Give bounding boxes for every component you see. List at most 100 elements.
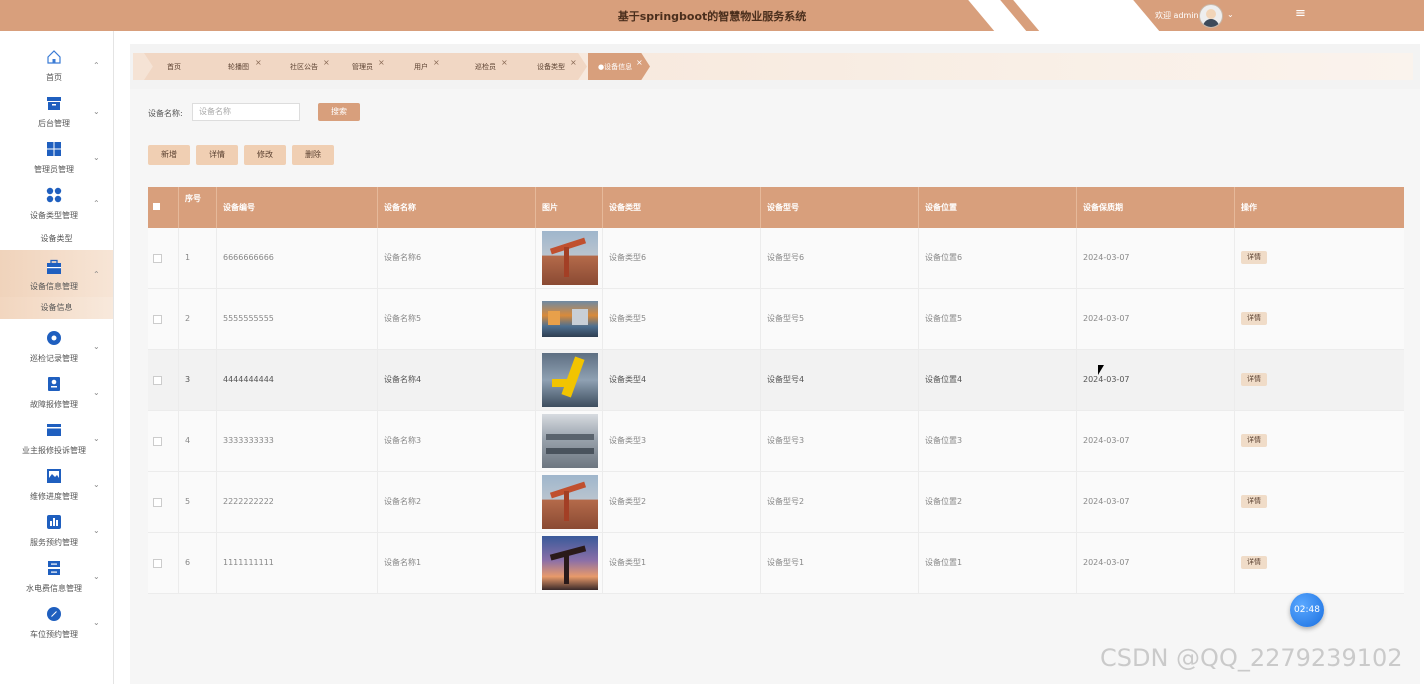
row-detail-button[interactable]: 详情 (1241, 251, 1267, 264)
row-detail-button[interactable]: 详情 (1241, 495, 1267, 508)
sidebar-item-label: 巡检记录管理 (30, 354, 78, 363)
sidebar-item-home[interactable]: 首页 ⌃ (0, 43, 113, 83)
sidebar-item-utility-fees[interactable]: 水电费信息管理 ⌄ (0, 554, 113, 594)
sidebar-item-parking-booking[interactable]: 车位预约管理 ⌄ (0, 600, 113, 640)
search-button[interactable]: 搜索 (318, 103, 360, 121)
table-row[interactable]: 4 3333333333 设备名称3 设备类型3 设备型号3 设备位置3 202… (148, 411, 1404, 472)
sidebar-item-fault-report[interactable]: 故障报修管理 ⌄ (0, 370, 113, 410)
cell-name: 设备名称1 (378, 533, 536, 593)
chevron-down-icon: ⌄ (93, 434, 100, 443)
timer-badge[interactable]: 02:48 (1290, 593, 1324, 627)
sidebar-item-admin[interactable]: 管理员管理 ⌄ (0, 135, 113, 175)
cell-location: 设备位置2 (919, 472, 1077, 532)
cell-code: 4444444444 (217, 350, 378, 410)
sidebar-subitem-device-type[interactable]: 设备类型 (0, 228, 113, 250)
row-detail-button[interactable]: 详情 (1241, 556, 1267, 569)
cell-index: 6 (179, 533, 217, 593)
search-input[interactable]: 设备名称 (192, 103, 300, 121)
table-row[interactable]: 6 1111111111 设备名称1 设备类型1 设备型号1 设备位置1 202… (148, 533, 1404, 594)
tab-device-type[interactable]: 设备类型 × (513, 53, 587, 80)
cell-name: 设备名称2 (378, 472, 536, 532)
select-all-header (148, 187, 179, 228)
row-checkbox[interactable] (153, 315, 162, 324)
edit-button[interactable]: 修改 (244, 145, 286, 165)
sidebar-item-repair-progress[interactable]: 维修进度管理 ⌄ (0, 462, 113, 502)
row-checkbox[interactable] (153, 498, 162, 507)
watermark: CSDN @QQ_2279239102 (1100, 644, 1403, 672)
sidebar-item-label: 业主报修投诉管理 (22, 446, 86, 455)
device-thumbnail (542, 301, 598, 337)
table-row[interactable]: 1 6666666666 设备名称6 设备类型6 设备型号6 设备位置6 202… (148, 228, 1404, 289)
select-all-checkbox[interactable] (153, 203, 160, 210)
row-checkbox[interactable] (153, 254, 162, 263)
sidebar-item-device-type[interactable]: 设备类型管理 ⌃ (0, 181, 113, 221)
cell-name: 设备名称6 (378, 228, 536, 288)
chevron-up-icon: ⌃ (93, 61, 100, 70)
add-button[interactable]: 新增 (148, 145, 190, 165)
cell-type: 设备类型2 (603, 472, 761, 532)
main-content: 首页 轮播图 × 社区公告 × 管理员 × 用户 × 巡检员 × 设备类型 × … (130, 44, 1420, 684)
sidebar-subitem-device-info[interactable]: 设备信息 (0, 297, 113, 319)
cell-date: 2024-03-07 (1077, 350, 1235, 410)
cell-name: 设备名称5 (378, 289, 536, 349)
delete-button[interactable]: 删除 (292, 145, 334, 165)
cell-index: 1 (179, 228, 217, 288)
row-checkbox[interactable] (153, 437, 162, 446)
device-thumbnail (542, 475, 598, 529)
col-header: 设备保质期 (1077, 187, 1235, 228)
tab-device-info[interactable]: ●设备信息 × (588, 53, 650, 80)
table-row[interactable]: 5 2222222222 设备名称2 设备类型2 设备型号2 设备位置2 202… (148, 472, 1404, 533)
cell-image (536, 350, 603, 410)
table-row[interactable]: 2 5555555555 设备名称5 设备类型5 设备型号5 设备位置5 202… (148, 289, 1404, 350)
chevron-down-icon: ⌄ (93, 480, 100, 489)
chevron-down-icon: ⌄ (93, 618, 100, 627)
close-icon[interactable]: × (255, 58, 262, 67)
cell-index: 3 (179, 350, 217, 410)
cell-location: 设备位置5 (919, 289, 1077, 349)
badge-icon (48, 377, 60, 391)
col-header: 操作 (1241, 203, 1257, 212)
close-icon[interactable]: × (501, 58, 508, 67)
cell-image (536, 411, 603, 471)
close-icon[interactable]: × (378, 58, 385, 67)
row-detail-button[interactable]: 详情 (1241, 373, 1267, 386)
home-icon (47, 50, 61, 64)
cell-index: 4 (179, 411, 217, 471)
sidebar-item-service-booking[interactable]: 服务预约管理 ⌄ (0, 508, 113, 548)
compass-icon (47, 607, 61, 621)
device-thumbnail (542, 536, 598, 590)
sidebar-item-owner-complaint[interactable]: 业主报修投诉管理 ⌄ (0, 416, 113, 456)
server-icon (48, 561, 60, 575)
table-row[interactable]: 3 4444444444 设备名称4 设备类型4 设备型号4 设备位置4 202… (148, 350, 1404, 411)
cell-image (536, 228, 603, 288)
cell-type: 设备类型4 (603, 350, 761, 410)
grid-icon (47, 142, 61, 156)
sidebar-item-device-info[interactable]: 设备信息管理 ⌃ (0, 250, 113, 297)
sidebar-item-backend[interactable]: 后台管理 ⌄ (0, 89, 113, 129)
target-icon (47, 331, 61, 345)
col-header: 图片 (536, 187, 603, 228)
cell-date: 2024-03-07 (1077, 411, 1235, 471)
row-checkbox[interactable] (153, 559, 162, 568)
close-icon[interactable]: × (433, 58, 440, 67)
sidebar-item-label: 车位预约管理 (30, 630, 78, 639)
chevron-up-icon: ⌃ (93, 199, 100, 208)
col-header: 设备名称 (378, 187, 536, 228)
row-checkbox[interactable] (153, 376, 162, 385)
avatar[interactable] (1199, 4, 1223, 28)
col-header: 设备类型 (603, 187, 761, 228)
close-icon[interactable]: × (636, 58, 643, 67)
detail-button[interactable]: 详情 (196, 145, 238, 165)
sidebar-item-inspection[interactable]: 巡检记录管理 ⌄ (0, 324, 113, 364)
menu-icon[interactable]: ≡ (1295, 6, 1306, 21)
chevron-down-icon[interactable]: ⌄ (1227, 10, 1234, 19)
row-detail-button[interactable]: 详情 (1241, 312, 1267, 325)
cell-model: 设备型号4 (761, 350, 919, 410)
chevron-down-icon: ⌄ (93, 526, 100, 535)
chevron-down-icon: ⌄ (93, 107, 100, 116)
close-icon[interactable]: × (570, 58, 577, 67)
cell-image (536, 289, 603, 349)
cell-type: 设备类型1 (603, 533, 761, 593)
cell-model: 设备型号5 (761, 289, 919, 349)
row-detail-button[interactable]: 详情 (1241, 434, 1267, 447)
